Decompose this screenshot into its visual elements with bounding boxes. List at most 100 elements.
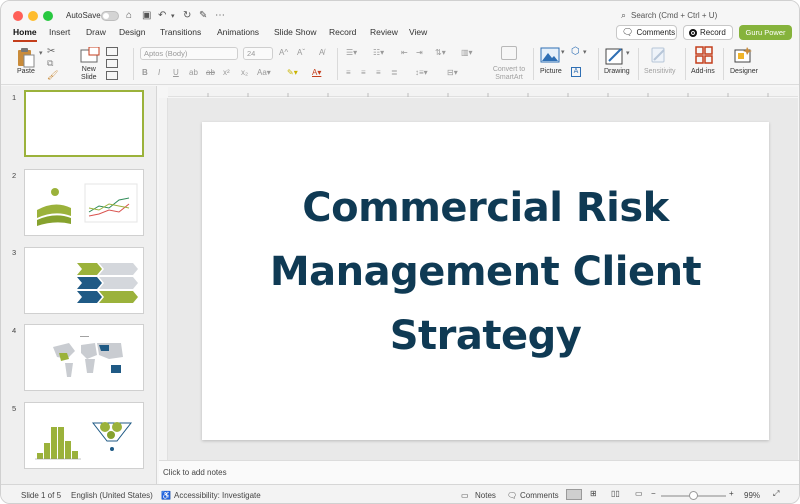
cut-icon[interactable]: ✂: [47, 46, 55, 57]
align-left-icon[interactable]: ≡: [346, 68, 351, 77]
font-color-icon[interactable]: A▾: [312, 68, 321, 77]
save-icon[interactable]: ▣: [142, 10, 151, 21]
current-slide[interactable]: Commercial Risk Management Client Strate…: [202, 122, 769, 440]
slide-thumbnail-5[interactable]: [24, 402, 144, 469]
undo-icon[interactable]: ↶: [158, 10, 166, 21]
format-brush-icon[interactable]: 🖌: [47, 70, 58, 81]
comments-button[interactable]: 🗨 Comments: [616, 25, 677, 40]
reset-icon[interactable]: [106, 59, 118, 68]
highlight-icon[interactable]: ✎▾: [287, 68, 298, 77]
designer-icon[interactable]: [734, 46, 754, 64]
drawing-icon[interactable]: [605, 46, 625, 66]
autosave-toggle[interactable]: [101, 11, 119, 21]
more-icon[interactable]: ⋯: [215, 10, 225, 21]
fit-slide-icon[interactable]: ⤢: [773, 489, 779, 499]
shrink-font-icon[interactable]: Aˇ: [297, 48, 305, 57]
zoom-out-icon[interactable]: −: [651, 489, 656, 498]
minimize-window-button[interactable]: [28, 11, 38, 21]
subscript-icon[interactable]: x₂: [241, 68, 248, 77]
shapes-icon[interactable]: ⬡: [571, 46, 580, 57]
new-slide-icon[interactable]: [80, 47, 100, 65]
grow-font-icon[interactable]: A^: [279, 48, 288, 57]
vertical-ruler[interactable]: [159, 98, 168, 460]
redo-icon[interactable]: ↻: [183, 10, 191, 21]
section-icon[interactable]: [106, 71, 118, 80]
picture-dropdown-icon[interactable]: ▾: [561, 48, 565, 56]
comments-toggle[interactable]: Comments: [520, 491, 559, 500]
slide-thumbnail-2[interactable]: [24, 169, 144, 236]
paste-dropdown-icon[interactable]: ▾: [39, 49, 43, 57]
slideshow-view-icon[interactable]: ▭: [635, 489, 643, 498]
tab-view[interactable]: View: [409, 27, 427, 37]
reading-view-icon[interactable]: ▯▯: [611, 489, 620, 498]
clear-format-icon[interactable]: A̸: [319, 48, 324, 57]
shadow-icon[interactable]: ab: [189, 68, 198, 77]
text-direction-icon[interactable]: ⇅▾: [435, 48, 446, 57]
strikethrough-icon[interactable]: ab: [206, 68, 215, 77]
tab-insert[interactable]: Insert: [49, 27, 70, 37]
addins-icon[interactable]: [695, 46, 713, 64]
tab-design[interactable]: Design: [119, 27, 145, 37]
drawing-dropdown-icon[interactable]: ▾: [626, 49, 630, 57]
slide-title[interactable]: Commercial Risk Management Client Strate…: [222, 176, 749, 368]
decrease-indent-icon[interactable]: ⇤: [401, 48, 408, 57]
align-center-icon[interactable]: ≡: [361, 68, 366, 77]
record-button[interactable]: Record: [683, 25, 733, 40]
line-spacing-icon[interactable]: ↕≡▾: [415, 68, 428, 77]
ribbon-separator: [685, 48, 686, 80]
slide-thumbnail-3[interactable]: [24, 247, 144, 314]
change-case-icon[interactable]: Aa▾: [257, 68, 271, 77]
ribbon-separator: [337, 48, 338, 80]
slide-thumbnail-panel[interactable]: 1 2 3 4 ▬▬▬ 5: [1, 86, 157, 484]
horizontal-ruler[interactable]: [168, 87, 798, 97]
slide-thumbnail-1[interactable]: [24, 90, 144, 157]
tab-animations[interactable]: Animations: [217, 27, 259, 37]
accessibility-status[interactable]: Accessibility: Investigate: [174, 491, 261, 500]
tab-slide-show[interactable]: Slide Show: [274, 27, 317, 37]
slide-thumbnail-4[interactable]: ▬▬▬: [24, 324, 144, 391]
zoom-level[interactable]: 99%: [744, 491, 760, 500]
smartart-icon[interactable]: [501, 46, 517, 60]
slide-sorter-icon[interactable]: ⊞: [590, 489, 597, 498]
shapes-dropdown-icon[interactable]: ▾: [583, 48, 587, 56]
tab-home[interactable]: Home: [13, 27, 37, 42]
search-field[interactable]: Search (Cmd + Ctrl + U): [631, 11, 717, 20]
format-painter-icon[interactable]: ✎: [199, 10, 207, 21]
bold-icon[interactable]: B: [142, 68, 148, 77]
zoom-in-icon[interactable]: +: [729, 489, 734, 498]
zoom-window-button[interactable]: [43, 11, 53, 21]
justify-icon[interactable]: ≣: [391, 68, 398, 77]
undo-dropdown-icon[interactable]: ▾: [171, 12, 175, 20]
notes-toggle[interactable]: Notes: [475, 491, 496, 500]
close-window-button[interactable]: [13, 11, 23, 21]
language-indicator[interactable]: English (United States): [71, 491, 153, 500]
copy-icon[interactable]: ⧉: [47, 58, 53, 69]
guru-power-button[interactable]: Guru Power: [739, 25, 792, 40]
home-icon[interactable]: ⌂: [126, 10, 132, 21]
normal-view-icon[interactable]: [566, 489, 582, 500]
picture-icon[interactable]: [540, 47, 560, 63]
superscript-icon[interactable]: x²: [223, 68, 230, 77]
convert-smartart-label: Convert to SmartArt: [490, 66, 528, 82]
tab-review[interactable]: Review: [370, 27, 398, 37]
align-text-icon[interactable]: ⊟▾: [447, 68, 458, 77]
slide-editor-canvas[interactable]: Commercial Risk Management Client Strate…: [168, 98, 798, 460]
italic-icon[interactable]: I: [158, 68, 160, 77]
tab-record[interactable]: Record: [329, 27, 356, 37]
notes-pane[interactable]: Click to add notes: [159, 460, 799, 484]
textbox-icon[interactable]: A: [571, 67, 581, 77]
columns-icon[interactable]: ▥▾: [461, 48, 473, 57]
increase-indent-icon[interactable]: ⇥: [416, 48, 423, 57]
underline-icon[interactable]: U: [173, 68, 179, 77]
paste-icon[interactable]: [15, 46, 37, 68]
sensitivity-icon[interactable]: [651, 46, 667, 64]
align-right-icon[interactable]: ≡: [376, 68, 381, 77]
font-size-field[interactable]: 24: [243, 47, 273, 60]
numbering-icon[interactable]: ☷▾: [373, 48, 384, 57]
zoom-slider-knob[interactable]: [689, 491, 698, 500]
layout-icon[interactable]: [106, 47, 118, 56]
font-name-field[interactable]: Aptos (Body): [140, 47, 238, 60]
tab-transitions[interactable]: Transitions: [160, 27, 201, 37]
tab-draw[interactable]: Draw: [86, 27, 106, 37]
bullets-icon[interactable]: ☰▾: [346, 48, 357, 57]
